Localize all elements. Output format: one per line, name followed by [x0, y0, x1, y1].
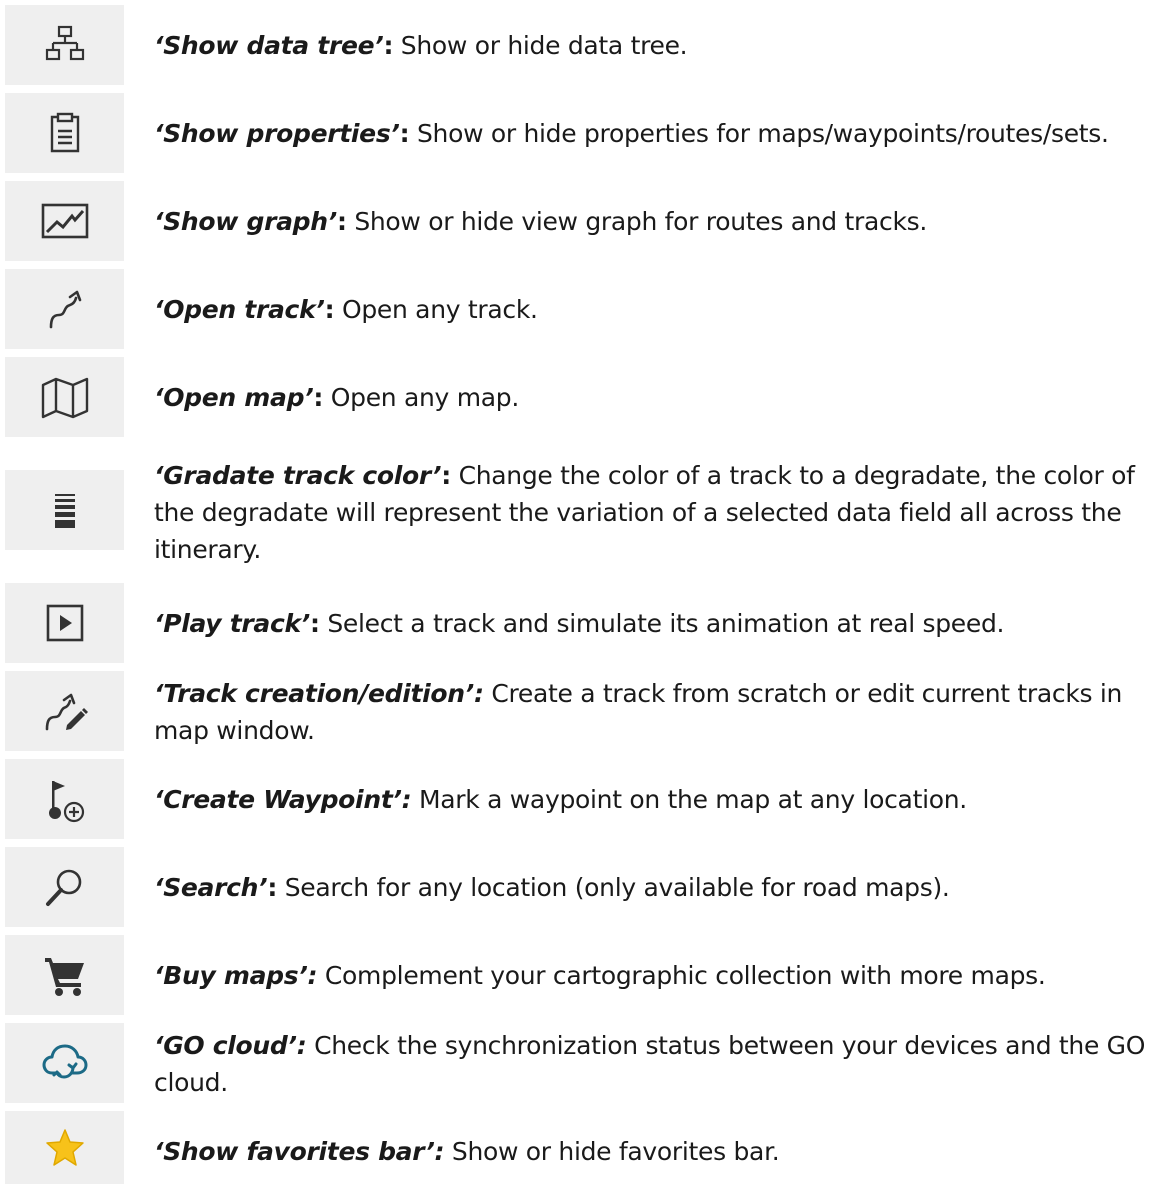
icon-tile[interactable] — [5, 269, 124, 349]
item-term: ‘Track creation/edition’: — [154, 679, 484, 708]
item-text: Show or hide properties for maps/waypoin… — [409, 119, 1109, 148]
item-description: ‘Show data tree’: Show or hide data tree… — [154, 27, 1149, 64]
item-term: ‘Open track’ — [154, 295, 325, 324]
icon-tile[interactable] — [5, 671, 124, 751]
item-colon: : — [267, 873, 278, 902]
item-term: ‘GO cloud’: — [154, 1031, 307, 1060]
item-description: ‘Gradate track color’: Change the color … — [154, 457, 1149, 568]
cloud-sync-icon — [42, 1044, 87, 1079]
item-description: ‘Show properties’: Show or hide properti… — [154, 115, 1149, 152]
item-term: ‘Show data tree’ — [154, 31, 384, 60]
item-text: Mark a waypoint on the map at any locati… — [411, 785, 967, 814]
gradient-bars-icon — [54, 494, 75, 528]
item-term: ‘Gradate track color’ — [154, 461, 442, 490]
item-description: ‘Open map’: Open any map. — [154, 379, 1149, 416]
item-description: ‘Track creation/edition’: Create a track… — [154, 675, 1149, 749]
item-term: ‘Search’ — [154, 873, 268, 902]
icon-tile[interactable] — [5, 5, 124, 85]
map-icon — [41, 377, 88, 419]
create-waypoint-icon — [48, 781, 84, 823]
item-text: Select a track and simulate its animatio… — [319, 609, 1005, 638]
play-icon — [46, 604, 83, 642]
item-term: ‘Show graph’ — [154, 207, 337, 236]
item-description: ‘Buy maps’: Complement your cartographic… — [154, 957, 1149, 994]
item-description: ‘Search’: Search for any location (only … — [154, 869, 1149, 906]
icon-tile[interactable] — [5, 357, 124, 437]
item-description: ‘Show graph’: Show or hide view graph fo… — [154, 203, 1149, 240]
item-description: ‘Play track’: Select a track and simulat… — [154, 605, 1149, 642]
item-text: Complement your cartographic collection … — [317, 961, 1046, 990]
search-icon — [45, 869, 81, 906]
item-term: ‘Play track’ — [154, 609, 310, 638]
icon-tile[interactable] — [5, 181, 124, 261]
cart-icon — [44, 958, 84, 996]
icon-tile[interactable] — [5, 1111, 124, 1184]
icon-tile[interactable] — [5, 583, 124, 663]
item-text: Open any map. — [323, 383, 520, 412]
clipboard-icon — [50, 112, 79, 153]
item-text: Show or hide favorites bar. — [444, 1137, 780, 1166]
icon-tile[interactable] — [5, 935, 124, 1015]
item-text: Search for any location (only available … — [277, 873, 950, 902]
item-colon: : — [309, 609, 320, 638]
item-text: Show or hide view graph for routes and t… — [346, 207, 927, 236]
data-tree-icon — [45, 25, 84, 61]
icon-tile[interactable] — [5, 847, 124, 927]
item-term: ‘Open map’ — [154, 383, 314, 412]
item-colon: : — [324, 295, 335, 324]
open-track-icon — [49, 290, 81, 329]
item-colon: : — [313, 383, 324, 412]
item-colon: : — [383, 31, 394, 60]
item-term: ‘Show favorites bar’: — [154, 1137, 445, 1166]
item-description: ‘Show favorites bar’: Show or hide favor… — [154, 1133, 1149, 1170]
icon-tile[interactable] — [5, 470, 124, 550]
item-description: ‘Create Waypoint’: Mark a waypoint on th… — [154, 781, 1149, 818]
item-description: ‘Open track’: Open any track. — [154, 291, 1149, 328]
item-term: ‘Create Waypoint’: — [154, 785, 412, 814]
graph-icon — [41, 203, 88, 239]
star-icon — [45, 1128, 84, 1166]
icon-tile[interactable] — [5, 759, 124, 839]
item-colon: : — [336, 207, 347, 236]
item-term: ‘Buy maps’: — [154, 961, 318, 990]
item-text: Open any track. — [334, 295, 538, 324]
item-term: ‘Show properties’ — [154, 119, 400, 148]
item-colon: : — [441, 461, 451, 490]
icon-tile[interactable] — [5, 1023, 124, 1103]
item-colon: : — [399, 119, 410, 148]
icon-tile[interactable] — [5, 93, 124, 173]
item-text: Show or hide data tree. — [393, 31, 688, 60]
item-description: ‘GO cloud’: Check the synchronization st… — [154, 1027, 1149, 1101]
track-edit-icon — [45, 693, 88, 731]
